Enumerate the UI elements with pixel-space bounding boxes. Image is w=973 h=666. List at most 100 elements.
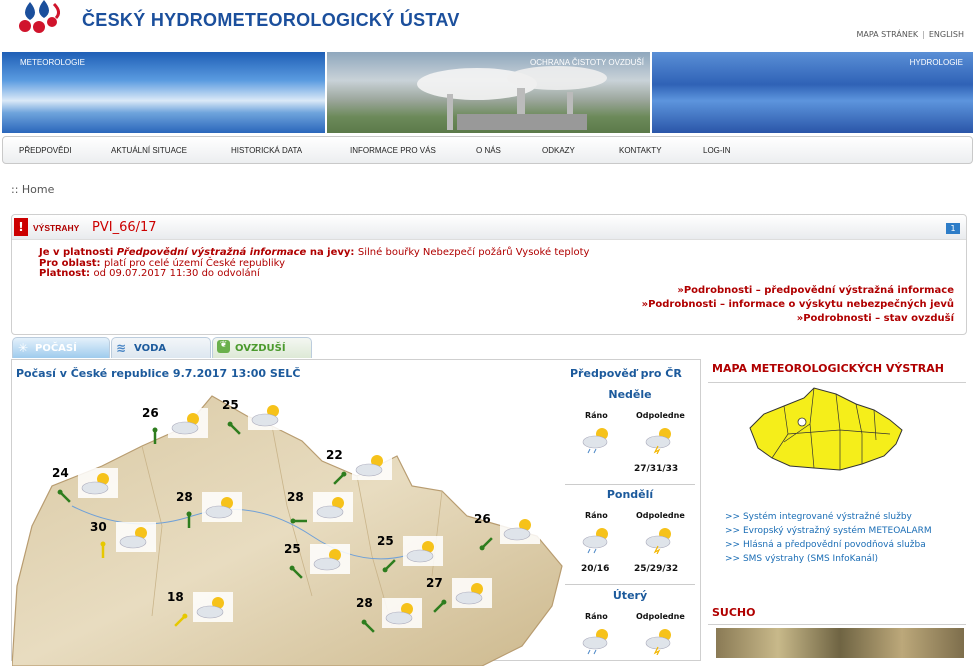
forecast-morning-label: Ráno	[585, 511, 608, 520]
forecast-afternoon-label: Odpoledne	[636, 411, 685, 420]
wind-arrow-icon	[186, 511, 192, 528]
wind-arrow-icon	[100, 541, 106, 558]
weather-station[interactable]: 30	[90, 520, 180, 570]
weather-station[interactable]: 26	[142, 406, 232, 456]
partly-cloudy-icon	[500, 514, 540, 544]
sidebar-link[interactable]: >> Hlásná a předpovědní povodňová služba	[725, 540, 926, 550]
weather-station[interactable]: 28	[176, 490, 266, 540]
factory-chimneys-image	[417, 66, 607, 130]
warning-page-number[interactable]: 1	[946, 223, 960, 234]
weather-station[interactable]: 24	[52, 466, 142, 516]
weather-station[interactable]: 25	[222, 398, 312, 448]
weather-station[interactable]: 25	[284, 542, 374, 592]
tab-water[interactable]: ≋ VODA	[111, 337, 211, 358]
partly-cloudy-icon	[403, 536, 443, 566]
forecast-day-name: Neděle	[608, 388, 652, 401]
weather-station[interactable]: 28	[287, 490, 377, 540]
station-temperature: 28	[176, 490, 193, 504]
nav-item-about[interactable]: O NÁS	[476, 146, 501, 155]
tab-weather[interactable]: ✳ POČASÍ	[12, 337, 110, 358]
wind-arrow-icon	[333, 471, 347, 485]
wave-icon: ≋	[116, 341, 127, 355]
warning-type: Předpovědní výstražná informace	[116, 247, 307, 258]
banner-meteorology[interactable]: METEOROLOGIE	[2, 52, 325, 133]
station-temperature: 25	[284, 542, 301, 556]
partly-cloudy-icon	[313, 492, 353, 522]
wind-arrow-icon	[479, 537, 493, 551]
leaf-icon: ❦	[217, 340, 230, 353]
weather-title: Počasí v České republice 9.7.2017 13:00 …	[16, 367, 301, 380]
nav-item-current-situation[interactable]: AKTUÁLNÍ SITUACE	[111, 146, 187, 155]
drought-image[interactable]	[716, 628, 964, 658]
morning-weather-icon	[580, 424, 614, 454]
station-temperature: 22	[326, 448, 343, 462]
partly-cloudy-icon	[168, 408, 208, 438]
weather-station[interactable]: 26	[474, 512, 564, 562]
warning-phenomena-value: Silné bouřky Nebezpečí požárů Vysoké tep…	[357, 247, 590, 258]
sidebar-link[interactable]: >> Evropský výstražný systém METEOALARM	[725, 526, 932, 536]
exclamation-icon: !	[14, 218, 28, 236]
forecast-title: Předpověď pro ČR	[570, 367, 682, 380]
warning-map-heading[interactable]: MAPA METEOROLOGICKÝCH VÝSTRAH	[708, 360, 966, 383]
afternoon-weather-icon	[643, 625, 677, 656]
partly-cloudy-icon	[248, 400, 288, 430]
afternoon-weather-icon	[643, 424, 677, 455]
wind-arrow-icon	[433, 599, 447, 613]
wind-arrow-icon	[382, 559, 396, 573]
warning-label: VÝSTRAHY	[33, 223, 80, 233]
banner-hydrology[interactable]: HYDROLOGIE	[652, 52, 973, 133]
morning-weather-icon	[580, 625, 614, 655]
weather-station[interactable]: 27	[426, 576, 516, 626]
warning-validity-value: od 09.07.2017 11:30 do odvolání	[93, 268, 260, 279]
afternoon-weather-icon	[643, 524, 677, 555]
sitemap-link[interactable]: MAPA STRÁNEK	[856, 30, 918, 39]
forecast-day-name: Pondělí	[606, 488, 654, 501]
weather-station[interactable]: 18	[167, 590, 257, 640]
drought-heading[interactable]: SUCHO	[708, 604, 966, 625]
banner-label: METEOROLOGIE	[20, 58, 85, 67]
partly-cloudy-icon	[202, 492, 242, 522]
station-temperature: 24	[52, 466, 69, 480]
forecast-afternoon-temps: 25/29/32	[634, 564, 679, 574]
label: Je v platnosti	[39, 247, 117, 258]
breadcrumb[interactable]: :: Home	[11, 183, 54, 196]
forecast-divider	[565, 584, 695, 585]
nav-item-information[interactable]: INFORMACE PRO VÁS	[350, 146, 436, 155]
warning-map-image[interactable]	[744, 384, 904, 474]
wind-arrow-icon	[290, 518, 307, 524]
nav-item-forecasts[interactable]: PŘEDPOVĚDI	[19, 146, 71, 155]
sidebar-link[interactable]: >> Systém integrované výstražné služby	[725, 512, 912, 522]
english-link[interactable]: ENGLISH	[929, 30, 964, 39]
forecast-afternoon-temps: 27/31/33	[634, 464, 679, 474]
station-temperature: 26	[142, 406, 159, 420]
wind-arrow-icon	[152, 427, 158, 444]
nav-item-historical-data[interactable]: HISTORICKÁ DATA	[231, 146, 302, 155]
station-temperature: 18	[167, 590, 184, 604]
site-title[interactable]: ČESKÝ HYDROMETEOROLOGICKÝ ÚSTAV	[82, 10, 460, 31]
nav-item-login[interactable]: LOG-IN	[703, 146, 731, 155]
wind-arrow-icon	[57, 489, 71, 503]
nav-item-links[interactable]: ODKAZY	[542, 146, 575, 155]
partly-cloudy-icon	[78, 468, 118, 498]
forecast-morning-label: Ráno	[585, 411, 608, 420]
link-separator: |	[922, 30, 925, 39]
station-temperature: 26	[474, 512, 491, 526]
tab-air[interactable]: ❦ OVZDUŠÍ	[212, 337, 312, 358]
wind-arrow-icon	[174, 613, 188, 627]
wind-arrow-icon	[227, 421, 241, 435]
chmi-logo-icon[interactable]	[16, 0, 70, 34]
banner-label: HYDROLOGIE	[909, 58, 963, 67]
partly-cloudy-icon	[193, 592, 233, 622]
wind-arrow-icon	[361, 619, 375, 633]
details-link-warning[interactable]: »Podrobnosti – předpovědní výstražná inf…	[677, 285, 954, 296]
warning-header: ! VÝSTRAHY PVI_66/17 1	[12, 215, 966, 240]
nav-item-contacts[interactable]: KONTAKTY	[619, 146, 662, 155]
warning-code[interactable]: PVI_66/17	[92, 220, 157, 235]
banner-air-quality[interactable]: OCHRANA ČISTOTY OVZDUŠÍ	[327, 52, 650, 133]
details-link-phenomena[interactable]: »Podrobnosti – informace o výskytu nebez…	[642, 299, 954, 310]
forecast-day-name: Úterý	[612, 589, 648, 602]
sidebar-link[interactable]: >> SMS výstrahy (SMS InfoKanál)	[725, 554, 878, 564]
details-link-air[interactable]: »Podrobnosti – stav ovzduší	[797, 313, 954, 324]
forecast-morning-temps: 20/16	[581, 564, 610, 574]
warning-phenomena: Je v platnosti Předpovědní výstražná inf…	[39, 247, 589, 258]
